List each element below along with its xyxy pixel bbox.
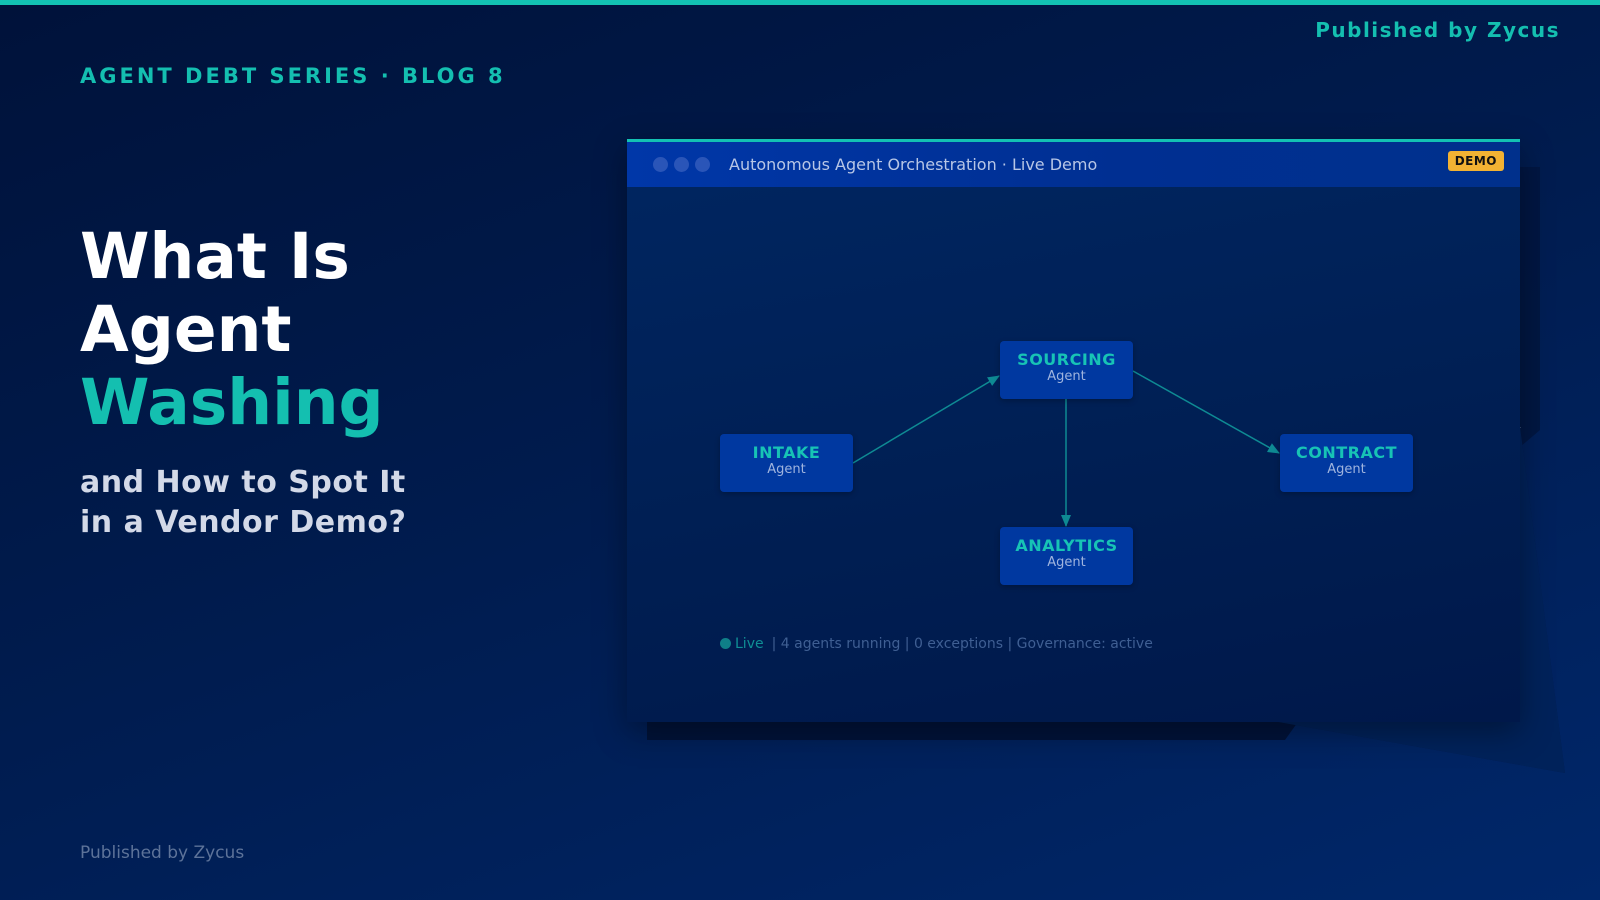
live-status-dot-icon — [720, 638, 731, 649]
agent-node-sourcing[interactable]: SOURCING Agent — [1000, 341, 1133, 399]
status-live-label: Live — [735, 636, 764, 652]
window-bottom-shadow — [647, 719, 1300, 740]
status-bar: Live | 4 agents running | 0 exceptions | … — [720, 636, 1153, 652]
agent-node-role: Agent — [767, 462, 806, 477]
agent-node-name: INTAKE — [752, 443, 821, 462]
window-back-shadow — [1520, 167, 1540, 447]
demo-window: Autonomous Agent Orchestration · Live De… — [627, 139, 1520, 722]
connector-intake-to-sourcing — [852, 375, 1000, 464]
agent-node-role: Agent — [1047, 369, 1086, 384]
agent-node-analytics[interactable]: ANALYTICS Agent — [1000, 527, 1133, 585]
agent-flow-connectors — [852, 370, 1280, 527]
agent-node-contract[interactable]: CONTRACT Agent — [1280, 434, 1413, 492]
agent-node-intake[interactable]: INTAKE Agent — [720, 434, 853, 492]
agent-node-name: SOURCING — [1017, 350, 1116, 369]
agent-node-name: CONTRACT — [1295, 443, 1397, 462]
agent-node-role: Agent — [1327, 462, 1366, 477]
status-details: | 4 agents running | 0 exceptions | Gove… — [771, 636, 1153, 652]
agent-node-role: Agent — [1047, 555, 1086, 570]
connector-sourcing-to-contract — [1132, 370, 1280, 454]
agent-node-name: ANALYTICS — [1015, 536, 1118, 555]
